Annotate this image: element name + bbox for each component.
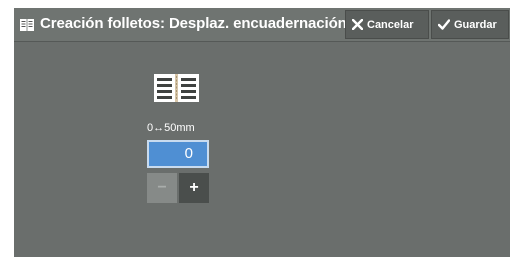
cancel-button[interactable]: Cancelar	[345, 10, 429, 39]
save-button[interactable]: Guardar	[431, 10, 509, 39]
checkmark-icon	[438, 19, 450, 30]
cancel-label: Cancelar	[367, 18, 414, 31]
open-booklet-icon	[154, 74, 199, 102]
booklet-icon	[20, 19, 34, 31]
settings-panel: 0↔50mm 0 − +	[14, 42, 510, 257]
title-bar: Creación folletos: Desplaz. encuadernaci…	[14, 8, 510, 42]
binding-shift-screen: Creación folletos: Desplaz. encuadernaci…	[0, 0, 511, 257]
close-icon	[352, 19, 363, 30]
page-title: Creación folletos: Desplaz. encuadernaci…	[40, 15, 347, 32]
decrement-button[interactable]: −	[147, 173, 177, 203]
increment-button[interactable]: +	[179, 173, 209, 203]
save-label: Guardar	[454, 18, 497, 31]
binding-shift-value-field[interactable]: 0	[147, 140, 209, 168]
range-label: 0↔50mm	[147, 122, 195, 134]
